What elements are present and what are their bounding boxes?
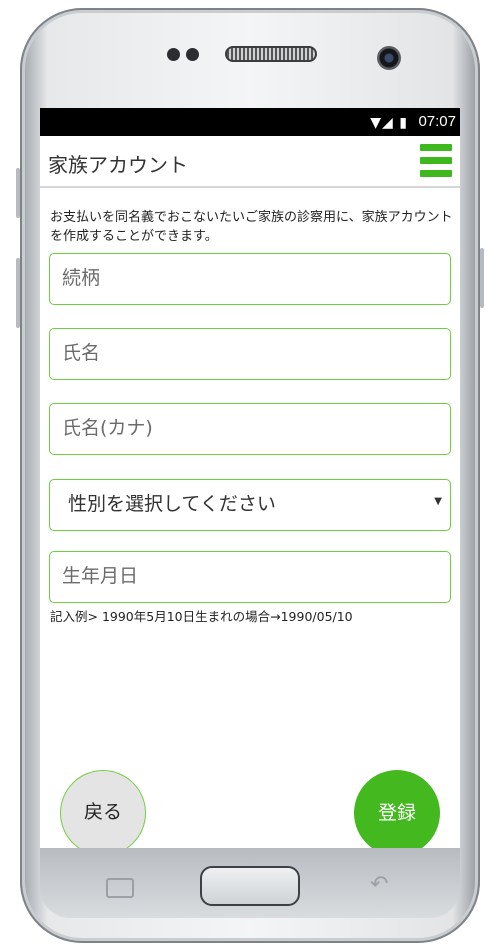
back-button[interactable]: 戻る	[60, 770, 146, 848]
name-field[interactable]	[49, 328, 451, 380]
side-button-right	[480, 248, 484, 308]
name-kana-field[interactable]	[49, 403, 451, 455]
birthdate-field[interactable]	[49, 551, 451, 603]
screen: ▼◢ ▮ 07:07 家族アカウント お支払いを同名義でおこないたいご家族の診察…	[40, 108, 460, 848]
volume-button	[16, 258, 20, 328]
app-header: 家族アカウント	[40, 136, 460, 188]
power-button	[16, 168, 20, 218]
name-input[interactable]	[50, 329, 422, 377]
status-time: 07:07	[418, 113, 456, 130]
front-camera	[377, 46, 401, 70]
earpiece-speaker	[225, 46, 317, 62]
name-kana-input[interactable]	[50, 404, 422, 452]
wifi-icon: ▼	[370, 115, 383, 131]
birthdate-input[interactable]	[50, 552, 422, 600]
relationship-field[interactable]	[49, 253, 451, 305]
battery-icon: ▮	[399, 115, 408, 131]
register-button[interactable]: 登録	[354, 770, 440, 848]
gender-select[interactable]: 性別を選択してください ▼	[49, 479, 451, 531]
recent-apps-icon[interactable]	[106, 878, 134, 898]
back-arrow-icon[interactable]: ↶	[370, 872, 388, 897]
gender-select-value: 性別を選択してください	[68, 493, 276, 515]
dropdown-arrow-icon: ▼	[434, 496, 442, 507]
status-bar: ▼◢ ▮ 07:07	[40, 108, 460, 136]
front-sensors	[167, 48, 203, 62]
hardware-nav-bar: ↶	[40, 848, 460, 918]
home-button[interactable]	[200, 866, 300, 906]
signal-icon: ◢	[382, 115, 394, 131]
birthdate-hint: 記入例> 1990年5月10日生まれの場合→1990/05/10	[50, 609, 353, 624]
description-text: お支払いを同名義でおこないたいご家族の診察用に、家族アカウントを作成することがで…	[50, 210, 453, 244]
hamburger-menu-icon[interactable]	[420, 144, 452, 178]
relationship-input[interactable]	[50, 254, 422, 302]
status-icons: ▼◢ ▮	[370, 115, 408, 131]
page-title: 家族アカウント	[48, 153, 188, 177]
